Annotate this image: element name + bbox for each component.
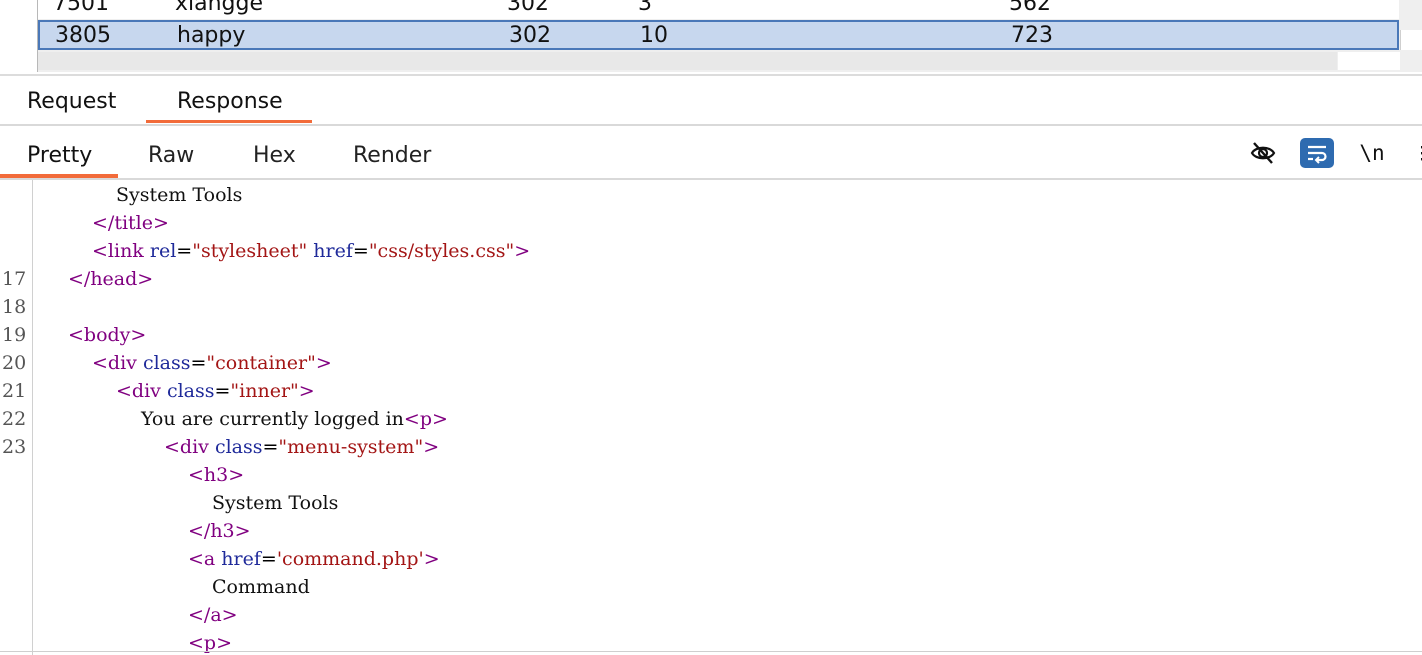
code-tag: <h3> — [188, 464, 245, 486]
code-content: <div class="container"> — [92, 352, 332, 374]
code-line: Command — [0, 573, 1422, 601]
code-line: System Tools — [0, 489, 1422, 517]
code-tag: > — [423, 436, 440, 458]
code-line: 21 <div class="container"> — [0, 349, 1422, 402]
cell-id: 7501 — [53, 0, 109, 16]
code-content: <link rel="stylesheet" href="css/styles.… — [92, 240, 531, 262]
response-body-editor[interactable]: System Tools </title> 17 <link rel="styl… — [0, 180, 1422, 655]
table-row[interactable]: 7501 xiangge 302 3 562 — [38, 0, 1399, 19]
code-line: </a> — [0, 601, 1422, 629]
code-attr: class — [166, 380, 215, 402]
code-attr: rel — [149, 240, 177, 262]
code-tag: <a — [188, 548, 216, 570]
code-attr: href — [313, 240, 353, 262]
code-content: <div class="inner"> — [116, 380, 315, 402]
code-line: <div class="menu-system"> — [0, 433, 1422, 461]
code-tag: > — [514, 240, 531, 262]
code-tag: </head> — [68, 268, 154, 290]
code-tag: > — [298, 380, 315, 402]
code-line: </h3> — [0, 517, 1422, 545]
code-tag: <link — [92, 240, 144, 262]
tab-raw[interactable]: Raw — [148, 142, 194, 170]
newline-toggle-button[interactable]: \n — [1355, 138, 1389, 168]
message-tabs: Request Response — [0, 76, 1422, 126]
code-line: 19 — [0, 293, 1422, 346]
code-line: <h3> — [0, 461, 1422, 489]
editor-bottom-border — [0, 651, 1422, 652]
cell-response: 562 — [1009, 0, 1051, 16]
cell-response: 723 — [1011, 23, 1053, 48]
cell-status: 302 — [509, 23, 551, 48]
code-content: <div class="menu-system"> — [164, 436, 440, 458]
code-text: Command — [212, 576, 310, 598]
cell-id: 3805 — [55, 23, 111, 48]
code-tag: </a> — [188, 604, 238, 626]
eye-slash-icon[interactable] — [1246, 138, 1280, 168]
code-tag: > — [423, 548, 440, 570]
cell-length: 3 — [638, 0, 652, 16]
cell-status: 302 — [507, 0, 549, 16]
code-line: System Tools — [0, 181, 1422, 209]
code-tag: <body> — [68, 324, 147, 346]
code-tag: <div — [92, 352, 137, 374]
code-content: You are currently logged in<p> — [141, 405, 448, 433]
tab-response[interactable]: Response — [177, 88, 283, 116]
tab-hex[interactable]: Hex — [253, 142, 296, 170]
results-table: 7501 xiangge 302 3 562 3805 happy 302 10… — [0, 0, 1422, 76]
code-line: 17 <link rel="stylesheet" href="css/styl… — [0, 237, 1422, 290]
horizontal-scrollbar[interactable] — [38, 52, 1337, 70]
code-value: "menu-system" — [278, 436, 424, 458]
code-line: 18 </head> — [0, 265, 1422, 318]
code-line: </title> — [0, 209, 1422, 237]
code-tag: > — [315, 352, 332, 374]
code-tag: </title> — [92, 212, 169, 234]
code-attr: class — [142, 352, 191, 374]
code-tag: </h3> — [188, 520, 251, 542]
code-content: <a href='command.php'> — [188, 548, 440, 570]
code-attr: href — [221, 548, 261, 570]
code-attr: class — [214, 436, 263, 458]
word-wrap-icon[interactable] — [1300, 138, 1334, 168]
view-tabs: Pretty Raw Hex Render — [0, 126, 1422, 180]
code-text: System Tools — [116, 184, 243, 206]
tab-request[interactable]: Request — [27, 88, 116, 116]
tab-render[interactable]: Render — [353, 142, 431, 170]
cell-length: 10 — [640, 23, 668, 48]
code-text: You are currently logged in — [141, 408, 404, 430]
table-row-selected[interactable]: 3805 happy 302 10 723 — [38, 20, 1399, 50]
vertical-scrollbar[interactable] — [1400, 30, 1422, 50]
cell-payload: xiangge — [175, 0, 264, 16]
active-tab-indicator — [146, 120, 312, 123]
code-line: 20 <body> — [0, 321, 1422, 374]
code-text: System Tools — [212, 492, 339, 514]
code-line: <a href='command.php'> — [0, 545, 1422, 573]
code-tag: <div — [164, 436, 209, 458]
code-tag: <div — [116, 380, 161, 402]
code-line: 22 <div class="inner"> — [0, 377, 1422, 430]
code-line: 23 You are currently logged in<p> — [0, 405, 1422, 458]
code-value: "stylesheet" — [192, 240, 308, 262]
code-value: "css/styles.css" — [368, 240, 515, 262]
code-value: "inner" — [230, 380, 299, 402]
tab-pretty[interactable]: Pretty — [27, 142, 92, 170]
more-menu-icon[interactable] — [1410, 138, 1422, 168]
code-value: 'command.php' — [276, 548, 424, 570]
code-tag: <p> — [403, 408, 448, 430]
cell-payload: happy — [177, 23, 246, 48]
scrollbar-corner — [1338, 52, 1400, 70]
code-value: "container" — [206, 352, 316, 374]
